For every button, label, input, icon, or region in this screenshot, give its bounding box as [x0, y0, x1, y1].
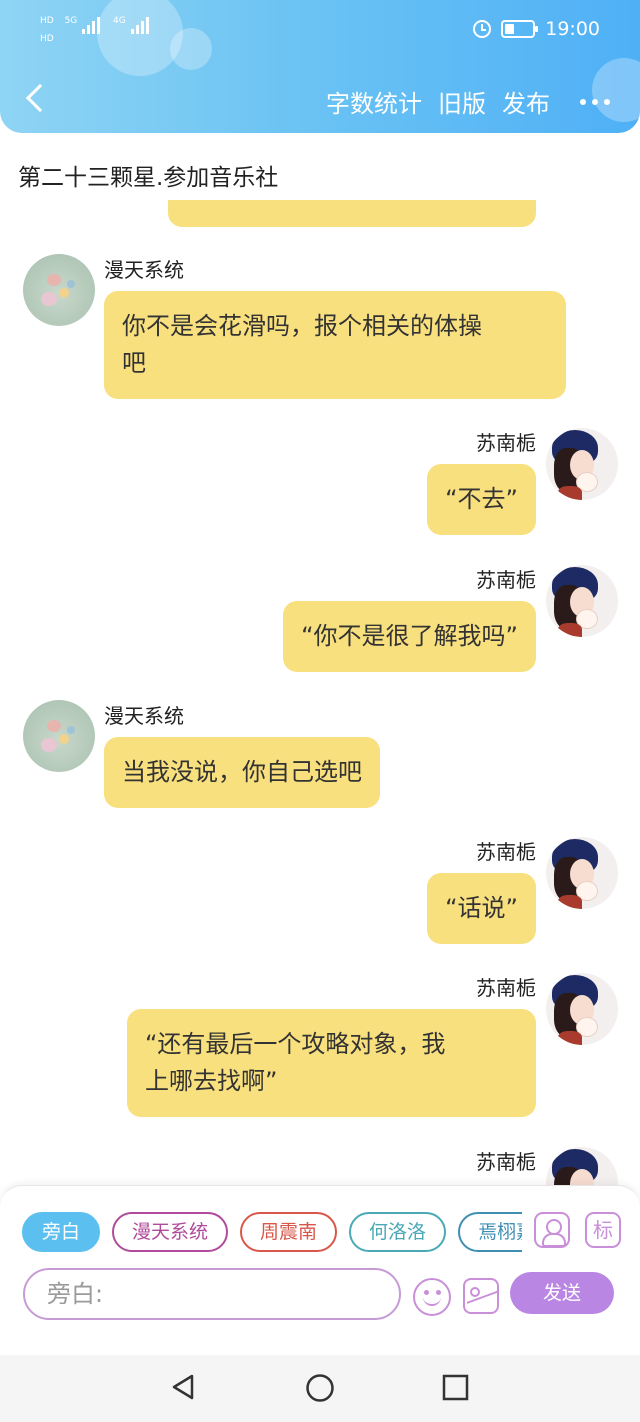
message-bubble[interactable]: “不去”	[427, 464, 536, 535]
nav-home-icon[interactable]	[305, 1373, 335, 1403]
sender-name: 苏南栀	[476, 431, 536, 455]
message-item: 苏南栀	[0, 1146, 640, 1185]
message-bubble[interactable]: 你不是会花滑吗，报个相关的体操 吧	[104, 291, 566, 399]
avatar[interactable]	[23, 254, 95, 326]
message-text: 当我没说，你自己选吧	[122, 758, 362, 786]
role-chip[interactable]: 周震南	[240, 1212, 338, 1252]
message-text: 吧	[122, 349, 146, 377]
message-text: 上哪去找啊”	[145, 1067, 278, 1095]
status-signal: HD 5G 4G HD	[40, 16, 153, 44]
message-item: 苏南栀 “话说”	[0, 836, 640, 951]
sender-name: 苏南栀	[476, 976, 536, 1000]
sender-name: 苏南栀	[476, 568, 536, 592]
message-bubble[interactable]: “还有最后一个攻略对象，我 上哪去找啊”	[127, 1009, 536, 1117]
send-button[interactable]: 发送	[510, 1272, 614, 1314]
emoji-icon[interactable]	[413, 1278, 451, 1316]
message-item: 漫天系统 当我没说，你自己选吧	[0, 700, 640, 815]
message-bubble[interactable]: “话说”	[427, 873, 536, 944]
network-label: HD	[40, 34, 54, 44]
message-text: “还有最后一个攻略对象，我	[145, 1030, 446, 1058]
message-input[interactable]	[23, 1268, 401, 1320]
message-item: 苏南栀 “你不是很了解我吗”	[0, 564, 640, 679]
message-text: “你不是很了解我吗”	[301, 622, 518, 650]
signal-icon	[82, 16, 104, 34]
message-item: 苏南栀 “还有最后一个攻略对象，我 上哪去找啊”	[0, 972, 640, 1122]
role-chip[interactable]: 旁白	[22, 1212, 101, 1252]
sender-name: 漫天系统	[104, 258, 184, 282]
message-bubble-partial	[168, 200, 536, 227]
input-panel: 旁白漫天系统周震南何洛洛焉栩嘉 标 发送	[0, 1185, 640, 1355]
publish-button[interactable]: 发布	[502, 84, 550, 119]
message-item: 漫天系统 你不是会花滑吗，报个相关的体操 吧	[0, 254, 640, 404]
status-right: 19:00	[473, 18, 600, 40]
header-actions: 字数统计 旧版 发布	[326, 84, 610, 119]
avatar[interactable]	[546, 428, 618, 500]
role-chip[interactable]: 焉栩嘉	[458, 1212, 522, 1252]
app-header: HD 5G 4G HD 19:00 字数统计 旧版 发布	[0, 0, 640, 133]
network-label: 5G	[64, 16, 78, 26]
message-text: 你不是会花滑吗，报个相关的体操	[122, 312, 482, 340]
character-icon[interactable]	[534, 1212, 570, 1248]
avatar[interactable]	[546, 837, 618, 909]
network-label: 4G	[113, 16, 126, 26]
nav-recent-icon[interactable]	[442, 1374, 469, 1401]
sender-name: 苏南栀	[476, 840, 536, 864]
avatar[interactable]	[23, 700, 95, 772]
sender-name: 漫天系统	[104, 704, 184, 728]
image-icon[interactable]	[463, 1278, 499, 1314]
decor-bubble	[170, 28, 212, 70]
signal-icon	[130, 16, 153, 34]
system-nav-bar	[0, 1355, 640, 1422]
more-icon[interactable]	[580, 98, 610, 105]
alarm-icon	[473, 20, 492, 38]
chat-list[interactable]: 漫天系统 你不是会花滑吗，报个相关的体操 吧 苏南栀 “不去” 苏南栀 “你不是…	[0, 200, 640, 1185]
message-bubble[interactable]: 当我没说，你自己选吧	[104, 737, 380, 808]
battery-icon	[501, 20, 539, 38]
avatar[interactable]	[546, 973, 618, 1045]
tag-button[interactable]: 标	[585, 1212, 621, 1248]
nav-back-icon[interactable]	[170, 1373, 196, 1401]
role-chip[interactable]: 何洛洛	[349, 1212, 447, 1252]
message-item: 苏南栀 “不去”	[0, 427, 640, 542]
chapter-title: 第二十三颗星.参加音乐社	[18, 165, 279, 191]
message-text: “不去”	[445, 485, 518, 513]
avatar[interactable]	[546, 1147, 618, 1185]
role-chip[interactable]: 漫天系统	[112, 1212, 229, 1252]
message-text: “话说”	[445, 894, 518, 922]
word-count-button[interactable]: 字数统计	[326, 84, 422, 119]
message-bubble[interactable]: “你不是很了解我吗”	[283, 601, 536, 672]
network-label: HD	[40, 16, 54, 26]
avatar[interactable]	[546, 565, 618, 637]
status-time: 19:00	[545, 18, 600, 40]
role-chips[interactable]: 旁白漫天系统周震南何洛洛焉栩嘉	[22, 1212, 522, 1254]
back-icon[interactable]	[22, 82, 48, 118]
old-version-button[interactable]: 旧版	[438, 84, 486, 119]
sender-name: 苏南栀	[476, 1150, 536, 1174]
